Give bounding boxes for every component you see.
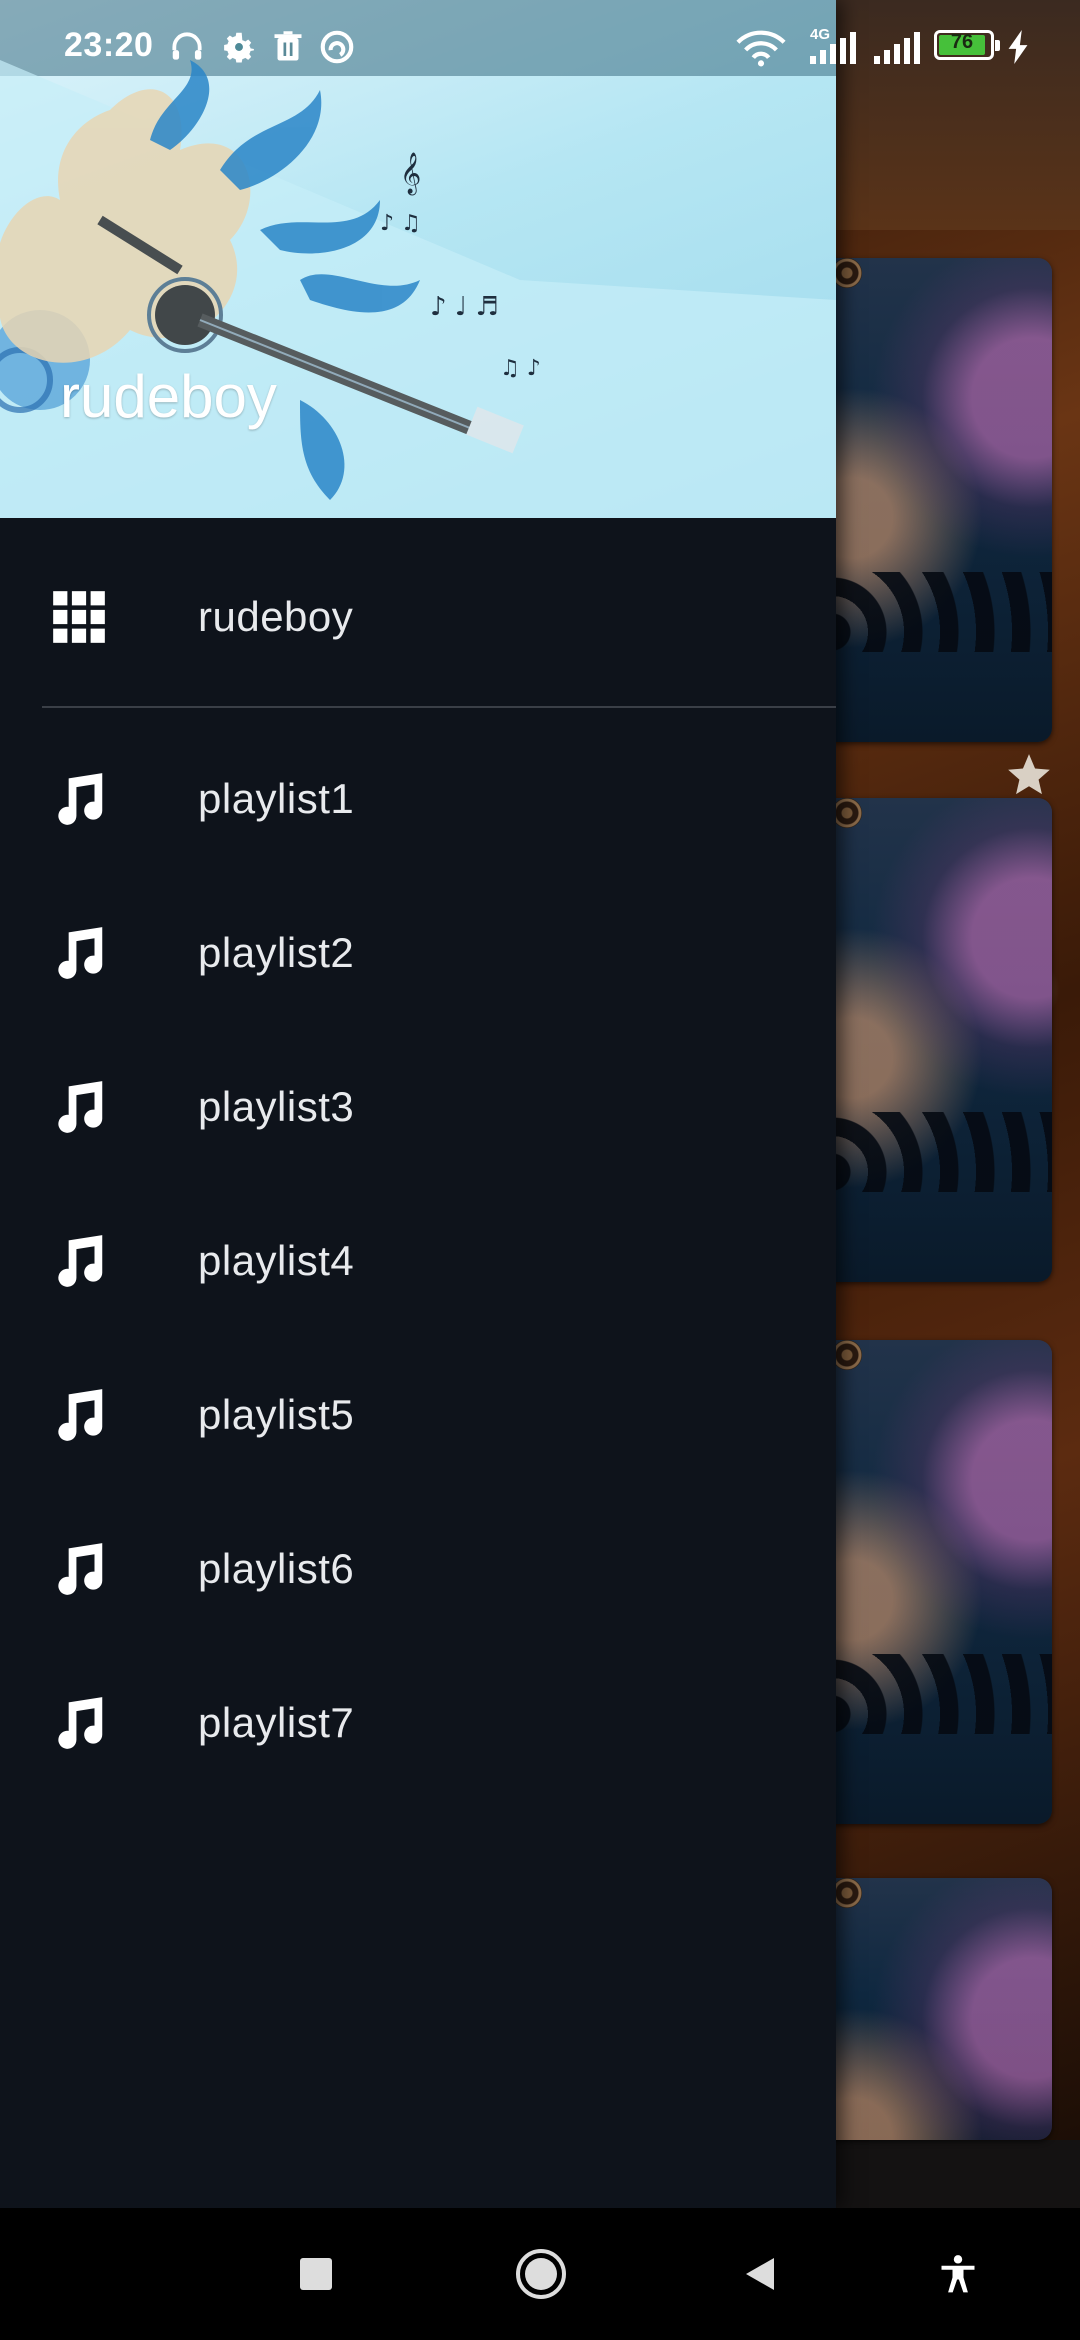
settings-icon	[224, 32, 254, 63]
system-navigation-bar	[0, 2208, 1080, 2340]
clock: 23:20	[64, 26, 154, 64]
back-button[interactable]	[740, 2254, 780, 2294]
menu-item-label: playlist7	[198, 1699, 355, 1746]
background-card[interactable]	[812, 258, 1052, 742]
battery-icon: 76	[934, 30, 1000, 60]
music-note-icon	[58, 1697, 103, 1749]
menu-item-label: playlist3	[198, 1083, 355, 1130]
background-card[interactable]	[812, 1340, 1052, 1824]
music-note-icon	[58, 773, 103, 825]
wifi-icon	[736, 30, 786, 67]
battery-level: 76	[950, 31, 974, 53]
accessibility-button[interactable]	[936, 2252, 980, 2296]
signal-icon	[810, 32, 856, 64]
signal-icon	[874, 32, 920, 64]
menu-item-label: playlist6	[198, 1545, 355, 1592]
menu-item-label: rudeboy	[198, 593, 354, 640]
menu-item-rudeboy[interactable]: rudeboy	[0, 540, 836, 694]
menu-item-playlist2[interactable]: playlist2	[0, 876, 836, 1030]
home-button[interactable]	[514, 2247, 568, 2301]
music-note-icon	[58, 927, 103, 979]
music-note-icon	[58, 1081, 103, 1133]
background-card[interactable]	[812, 798, 1052, 1282]
svg-text:♫ ♪: ♫ ♪	[500, 356, 541, 381]
drawer-header-title: rudeboy	[60, 363, 277, 430]
menu-item-label: playlist1	[198, 775, 355, 822]
status-bar: 23:20 4G 76	[0, 0, 1080, 95]
star-icon	[1008, 754, 1050, 795]
battery-tip	[995, 40, 1000, 51]
speaker-icon	[832, 798, 862, 828]
menu-item-label: playlist4	[198, 1237, 355, 1284]
headphones-icon	[172, 32, 202, 60]
menu-item-playlist6[interactable]: playlist6	[0, 1492, 836, 1646]
crowd-image	[812, 1654, 1052, 1734]
music-note-icon	[58, 1235, 103, 1287]
menu-item-playlist5[interactable]: playlist5	[0, 1338, 836, 1492]
speaker-icon	[832, 1878, 862, 1908]
svg-text:𝄞: 𝄞	[400, 152, 421, 195]
crowd-image	[812, 1112, 1052, 1192]
crowd-image	[812, 572, 1052, 652]
charging-icon	[1008, 30, 1028, 64]
menu-item-playlist4[interactable]: playlist4	[0, 1184, 836, 1338]
music-note-icon	[58, 1543, 103, 1595]
menu-item-playlist3[interactable]: playlist3	[0, 1030, 836, 1184]
menu-item-playlist1[interactable]: playlist1	[0, 722, 836, 876]
svg-text:♪ ♫: ♪ ♫	[380, 211, 421, 236]
grid-icon	[53, 591, 105, 643]
navigation-drawer: 𝄞 ♪ ♫ ♪ ♩ ♬ ♫ ♪ rudeboy rudeboy playlist…	[0, 0, 836, 2208]
menu-item-label: playlist5	[198, 1391, 355, 1438]
trash-icon	[274, 31, 302, 61]
speaker-icon	[832, 1340, 862, 1370]
speaker-icon	[832, 258, 862, 288]
sync-icon	[320, 30, 354, 64]
recents-button[interactable]	[300, 2258, 332, 2290]
menu-item-playlist7[interactable]: playlist7	[0, 1646, 836, 1800]
svg-text:♪ ♩ ♬: ♪ ♩ ♬	[430, 292, 499, 322]
divider	[42, 706, 836, 708]
background-card[interactable]	[812, 1878, 1052, 2140]
music-note-icon	[58, 1389, 103, 1441]
menu-item-label: playlist2	[198, 929, 355, 976]
